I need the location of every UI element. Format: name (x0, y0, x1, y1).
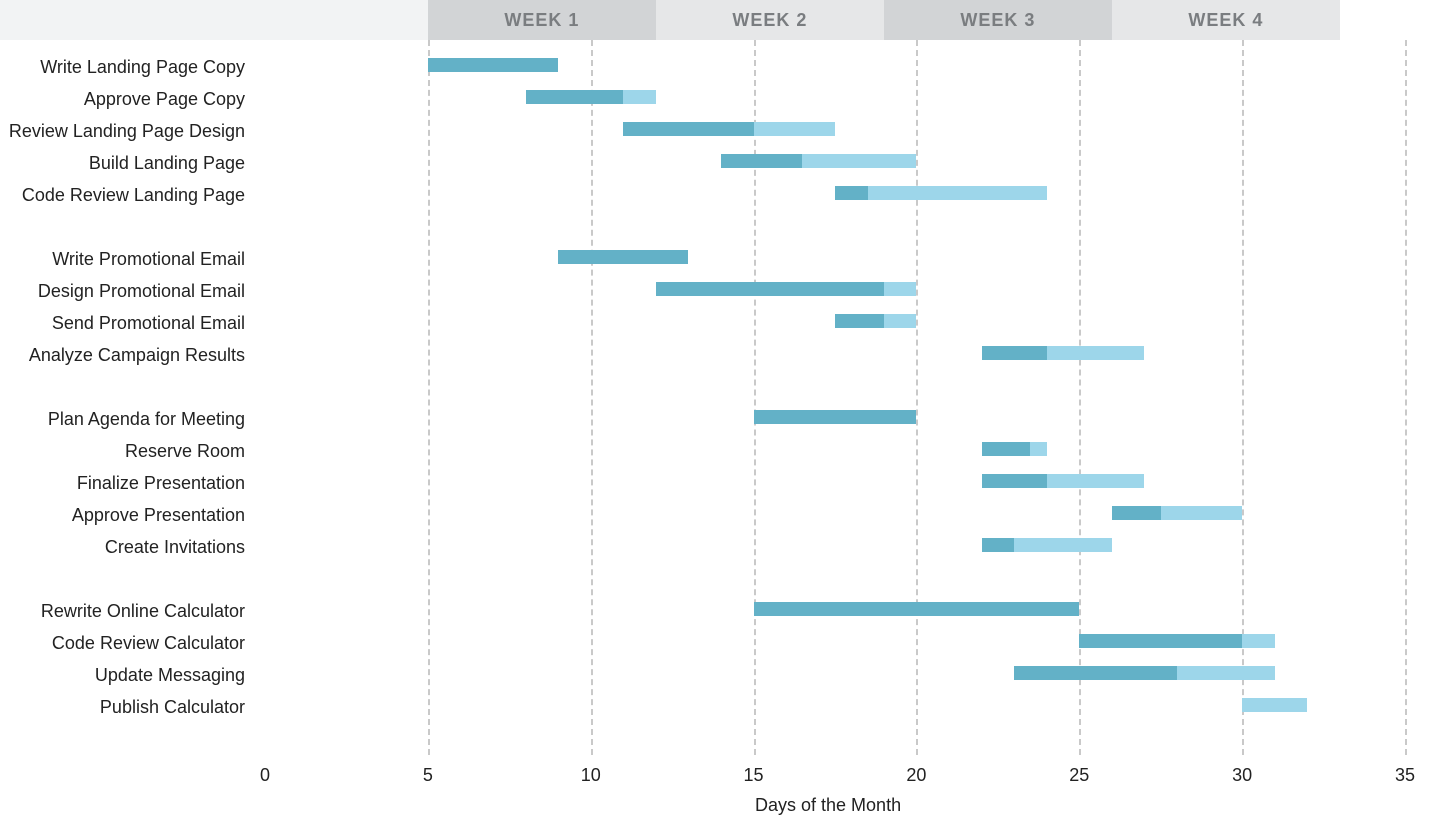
task-bar-secondary (1161, 506, 1242, 520)
task-row: Write Promotional Email (265, 250, 1405, 268)
task-bar-primary (754, 602, 1080, 616)
task-label: Analyze Campaign Results (29, 346, 245, 364)
task-row: Plan Agenda for Meeting (265, 410, 1405, 428)
task-label: Write Landing Page Copy (40, 58, 245, 76)
week-header: WEEK 1 (428, 0, 656, 40)
task-bar-primary (982, 474, 1047, 488)
task-label: Reserve Room (125, 442, 245, 460)
task-bar-secondary (802, 154, 916, 168)
task-row: Update Messaging (265, 666, 1405, 684)
task-bar-primary (526, 90, 624, 104)
task-bar-primary (835, 314, 884, 328)
task-bar-secondary (1014, 538, 1112, 552)
task-label: Create Invitations (105, 538, 245, 556)
task-label: Write Promotional Email (52, 250, 245, 268)
task-label: Update Messaging (95, 666, 245, 684)
task-label: Approve Presentation (72, 506, 245, 524)
task-row: Write Landing Page Copy (265, 58, 1405, 76)
week-header: WEEK 3 (884, 0, 1112, 40)
x-tick: 25 (1069, 765, 1089, 786)
task-label: Build Landing Page (89, 154, 245, 172)
task-bar-secondary (1030, 442, 1046, 456)
x-tick: 0 (260, 765, 270, 786)
task-bar-secondary (1047, 474, 1145, 488)
task-row: Design Promotional Email (265, 282, 1405, 300)
task-row: Finalize Presentation (265, 474, 1405, 492)
task-label: Code Review Calculator (52, 634, 245, 652)
task-bar-primary (623, 122, 753, 136)
task-label: Send Promotional Email (52, 314, 245, 332)
task-label: Approve Page Copy (84, 90, 245, 108)
task-bar-secondary (1177, 666, 1275, 680)
task-row: Approve Page Copy (265, 90, 1405, 108)
task-bar-primary (558, 250, 688, 264)
task-bar-primary (982, 346, 1047, 360)
task-label: Design Promotional Email (38, 282, 245, 300)
task-row: Rewrite Online Calculator (265, 602, 1405, 620)
week-header: WEEK 2 (656, 0, 884, 40)
gantt-chart: WEEK 1WEEK 2WEEK 3WEEK 4 Write Landing P… (0, 0, 1446, 836)
task-bar-primary (982, 538, 1015, 552)
task-label: Rewrite Online Calculator (41, 602, 245, 620)
task-bar-secondary (884, 282, 917, 296)
x-tick: 35 (1395, 765, 1415, 786)
x-tick: 10 (581, 765, 601, 786)
task-label: Finalize Presentation (77, 474, 245, 492)
x-axis-label: Days of the Month (755, 795, 901, 816)
x-tick: 30 (1232, 765, 1252, 786)
task-label: Code Review Landing Page (22, 186, 245, 204)
task-bar-primary (982, 442, 1031, 456)
task-row: Code Review Landing Page (265, 186, 1405, 204)
task-label: Plan Agenda for Meeting (48, 410, 245, 428)
task-row: Send Promotional Email (265, 314, 1405, 332)
task-bar-secondary (1242, 634, 1275, 648)
plot-area: Write Landing Page Copy Approve Page Copy… (265, 40, 1405, 770)
task-bar-primary (1014, 666, 1177, 680)
x-tick: 15 (744, 765, 764, 786)
week-header-leading (0, 0, 428, 40)
task-bar-secondary (623, 90, 656, 104)
x-tick: 20 (906, 765, 926, 786)
task-bar-secondary (754, 122, 835, 136)
task-bar-primary (428, 58, 558, 72)
task-row: Reserve Room (265, 442, 1405, 460)
task-row: Build Landing Page (265, 154, 1405, 172)
task-label: Review Landing Page Design (9, 122, 245, 140)
task-row: Publish Calculator (265, 698, 1405, 716)
task-bar-secondary (884, 314, 917, 328)
task-bar-primary (835, 186, 868, 200)
gridline (1405, 40, 1407, 755)
task-bar-primary (1112, 506, 1161, 520)
task-bar-secondary (1047, 346, 1145, 360)
week-header: WEEK 4 (1112, 0, 1340, 40)
task-bar-secondary (1242, 698, 1307, 712)
task-row: Code Review Calculator (265, 634, 1405, 652)
task-bar-secondary (868, 186, 1047, 200)
task-row: Approve Presentation (265, 506, 1405, 524)
task-bar-primary (754, 410, 917, 424)
task-bar-primary (1079, 634, 1242, 648)
task-row: Analyze Campaign Results (265, 346, 1405, 364)
x-tick: 5 (423, 765, 433, 786)
task-bar-primary (656, 282, 884, 296)
task-label: Publish Calculator (100, 698, 245, 716)
task-bar-primary (721, 154, 802, 168)
task-row: Create Invitations (265, 538, 1405, 556)
task-row: Review Landing Page Design (265, 122, 1405, 140)
